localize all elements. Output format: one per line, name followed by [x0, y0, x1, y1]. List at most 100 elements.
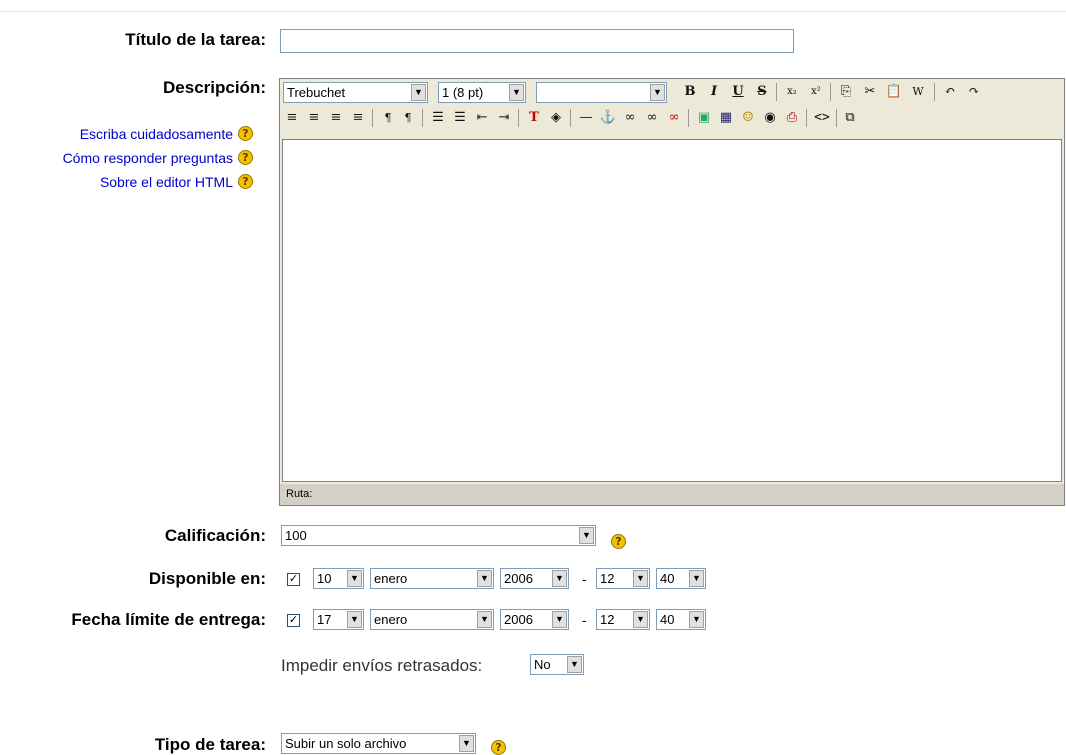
- disponible-month-select[interactable]: enero ▼: [370, 568, 494, 589]
- toolbar-separator: [806, 109, 807, 127]
- italic-icon[interactable]: I: [704, 82, 724, 102]
- chevron-down-icon: ▼: [650, 84, 665, 101]
- copy-icon[interactable]: ⎘: [836, 82, 856, 102]
- toolbar-separator: [836, 109, 837, 127]
- toolbar-separator: [934, 83, 935, 101]
- cut-icon[interactable]: ✂: [860, 82, 880, 102]
- chevron-down-icon: ▼: [509, 84, 524, 101]
- chevron-down-icon: ▼: [689, 570, 704, 587]
- anchor-icon[interactable]: ⚓: [598, 108, 618, 128]
- help-icon[interactable]: ?: [238, 126, 253, 141]
- editor-textarea[interactable]: [282, 139, 1062, 482]
- disponible-minute-select[interactable]: 40 ▼: [656, 568, 706, 589]
- nolink-icon[interactable]: ∞: [664, 108, 684, 128]
- tipo-value: Subir un solo archivo: [285, 736, 407, 751]
- fecha-limite-minute-select[interactable]: 40 ▼: [656, 609, 706, 630]
- superscript-icon[interactable]: x²: [806, 82, 826, 102]
- html-source-icon[interactable]: <>: [812, 108, 832, 128]
- unlink-icon[interactable]: ∞: [642, 108, 662, 128]
- chevron-down-icon: ▼: [552, 611, 567, 628]
- underline-icon[interactable]: U: [728, 82, 748, 102]
- font-size-select[interactable]: 1 (8 pt) ▼: [438, 82, 526, 103]
- help-icon[interactable]: ?: [238, 174, 253, 189]
- chevron-down-icon: ▼: [347, 570, 362, 587]
- link-icon[interactable]: ∞: [620, 108, 640, 128]
- redo-icon[interactable]: ↷: [964, 82, 984, 102]
- fullscreen-icon[interactable]: ⧉: [840, 108, 860, 128]
- bold-icon[interactable]: B: [680, 82, 700, 102]
- impedir-value: No: [534, 657, 551, 672]
- titulo-label: Título de la tarea:: [125, 30, 266, 49]
- chevron-down-icon: ▼: [411, 84, 426, 101]
- calificacion-label: Calificación:: [164, 526, 266, 545]
- chevron-down-icon: ▼: [459, 735, 474, 752]
- fecha-limite-month-value: enero: [374, 612, 408, 627]
- chevron-down-icon: ▼: [477, 611, 492, 628]
- help-link-responder[interactable]: Cómo responder preguntas: [63, 150, 233, 166]
- chevron-down-icon: ▼: [552, 570, 567, 587]
- disponible-year-select[interactable]: 2006 ▼: [500, 568, 569, 589]
- special-char-icon[interactable]: ◉: [760, 108, 780, 128]
- undo-icon[interactable]: ↶: [940, 82, 960, 102]
- font-family-value: Trebuchet: [287, 85, 346, 100]
- justify-icon[interactable]: ≡: [348, 108, 368, 128]
- disponible-year-value: 2006: [504, 571, 533, 586]
- ltr-icon[interactable]: ¶: [378, 108, 398, 128]
- search-replace-icon[interactable]: ⎙: [782, 108, 802, 128]
- text-color-icon[interactable]: T: [524, 108, 544, 128]
- toolbar-separator: [570, 109, 571, 127]
- toolbar-separator: [830, 83, 831, 101]
- strikethrough-icon[interactable]: S: [752, 82, 772, 102]
- fecha-limite-checkbox[interactable]: ✓: [287, 614, 300, 627]
- help-link-editor[interactable]: Sobre el editor HTML: [100, 174, 233, 190]
- help-icon[interactable]: ?: [491, 740, 506, 755]
- top-divider: [0, 11, 1066, 12]
- fecha-limite-hour-value: 12: [600, 612, 615, 627]
- disponible-checkbox[interactable]: ✓: [287, 573, 300, 586]
- fecha-limite-month-select[interactable]: enero ▼: [370, 609, 494, 630]
- paste-word-icon[interactable]: W: [908, 82, 928, 102]
- rtl-icon[interactable]: ¶: [398, 108, 418, 128]
- disponible-hour-select[interactable]: 12 ▼: [596, 568, 650, 589]
- disponible-minute-value: 40: [660, 571, 675, 586]
- image-icon[interactable]: ▣: [694, 108, 714, 128]
- style-select[interactable]: ▼: [536, 82, 667, 103]
- table-icon[interactable]: ▦: [716, 108, 736, 128]
- disponible-day-value: 10: [317, 571, 332, 586]
- impedir-select[interactable]: No ▼: [530, 654, 584, 675]
- paste-icon[interactable]: 📋: [884, 82, 904, 102]
- toolbar-separator: [776, 83, 777, 101]
- indent-icon[interactable]: ⇥: [494, 108, 514, 128]
- tipo-select[interactable]: Subir un solo archivo ▼: [281, 733, 476, 754]
- fecha-limite-minute-value: 40: [660, 612, 675, 627]
- smiley-icon[interactable]: ☺: [738, 108, 758, 128]
- bg-color-icon[interactable]: ◈: [546, 108, 566, 128]
- outdent-icon[interactable]: ⇤: [472, 108, 492, 128]
- fecha-limite-year-select[interactable]: 2006 ▼: [500, 609, 569, 630]
- horizontal-rule-icon[interactable]: —: [576, 108, 596, 128]
- ordered-list-icon[interactable]: ☰: [428, 108, 448, 128]
- disponible-hour-value: 12: [600, 571, 615, 586]
- disponible-label: Disponible en:: [148, 569, 266, 588]
- disponible-day-select[interactable]: 10 ▼: [313, 568, 364, 589]
- align-left-icon[interactable]: ≡: [282, 108, 302, 128]
- chevron-down-icon: ▼: [633, 611, 648, 628]
- unordered-list-icon[interactable]: ☰: [450, 108, 470, 128]
- titulo-input[interactable]: [280, 29, 794, 53]
- help-icon[interactable]: ?: [238, 150, 253, 165]
- font-family-select[interactable]: Trebuchet ▼: [283, 82, 428, 103]
- fecha-limite-year-value: 2006: [504, 612, 533, 627]
- help-link-escriba[interactable]: Escriba cuidadosamente: [80, 126, 233, 142]
- chevron-down-icon: ▼: [347, 611, 362, 628]
- calificacion-select[interactable]: 100 ▼: [281, 525, 596, 546]
- fecha-limite-hour-select[interactable]: 12 ▼: [596, 609, 650, 630]
- fecha-limite-label: Fecha límite de entrega:: [71, 610, 266, 629]
- chevron-down-icon: ▼: [579, 527, 594, 544]
- align-center-icon[interactable]: ≡: [304, 108, 324, 128]
- align-right-icon[interactable]: ≡: [326, 108, 346, 128]
- disponible-month-value: enero: [374, 571, 408, 586]
- fecha-limite-day-select[interactable]: 17 ▼: [313, 609, 364, 630]
- subscript-icon[interactable]: x₂: [782, 82, 802, 102]
- help-icon[interactable]: ?: [611, 534, 626, 549]
- chevron-down-icon: ▼: [567, 656, 582, 673]
